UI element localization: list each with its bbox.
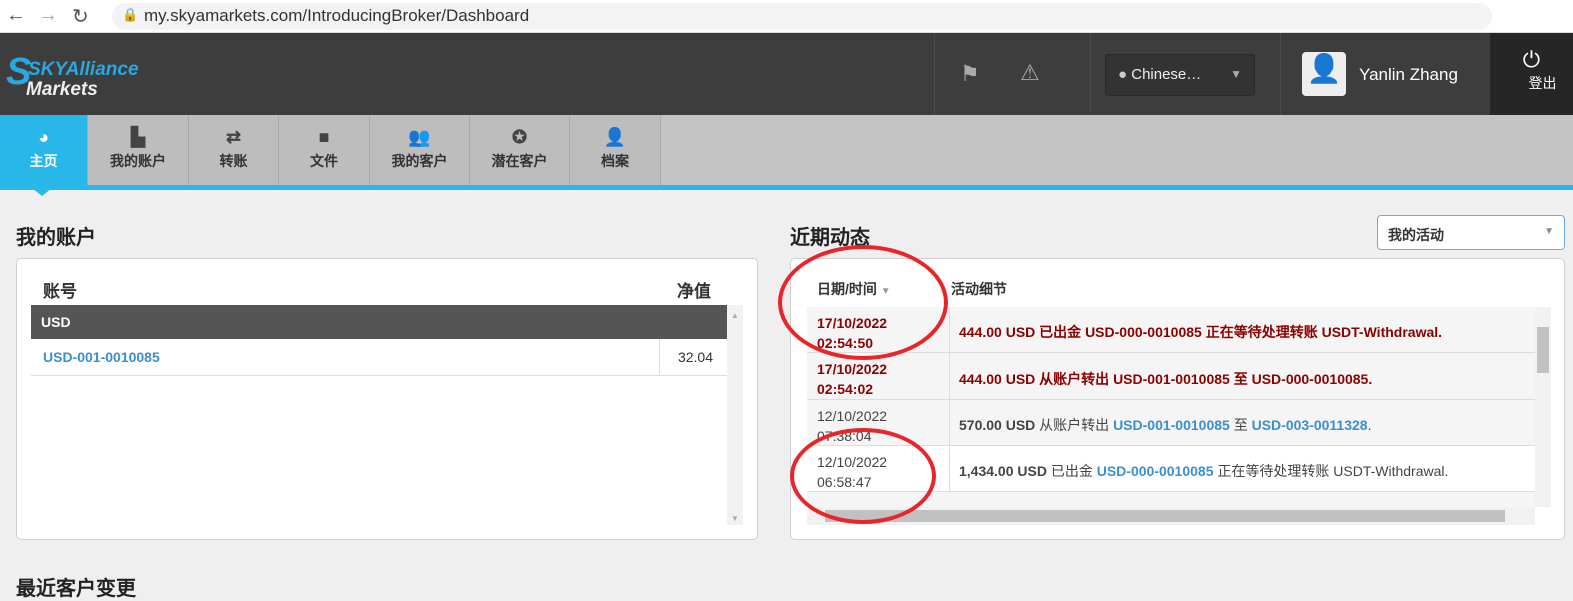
- group-row: USD: [31, 305, 727, 339]
- main-nav: ◕ 主页 ▙ 我的账户 ⇄ 转账 ■ 文件 👥 我的客户 ✪ 潜在客户 👤 档案: [0, 115, 1573, 185]
- warning-icon[interactable]: ⚠: [1020, 60, 1040, 86]
- row-detail: 444.00 USD 已出金 USD-000-0010085 正在等待处理转账 …: [959, 324, 1443, 340]
- activity-scrollbar-horizontal[interactable]: [807, 507, 1535, 525]
- reload-icon[interactable]: ↻: [72, 4, 89, 29]
- accounts-title: 我的账户: [16, 227, 96, 249]
- annotation-circle: [778, 245, 948, 360]
- active-tab-pointer: [32, 188, 52, 196]
- tab-transfer[interactable]: ⇄ 转账: [189, 115, 279, 185]
- back-icon[interactable]: ←: [6, 4, 26, 27]
- account-link[interactable]: USD-003-0011328: [1252, 417, 1368, 433]
- group-label: USD: [41, 314, 71, 330]
- account-equity: 32.04: [677, 349, 713, 365]
- forward-icon[interactable]: →: [38, 4, 58, 27]
- tab-profile[interactable]: 👤 档案: [570, 115, 661, 185]
- accounts-scrollbar[interactable]: ▲ ▼: [727, 305, 743, 525]
- logout-label: 登出: [1528, 75, 1557, 91]
- bar-chart-icon: ▙: [131, 127, 145, 147]
- logo-text: SKYAlliance: [28, 59, 139, 80]
- power-icon: ⏻: [1522, 47, 1541, 72]
- flag-icon[interactable]: ⚑: [960, 61, 980, 87]
- recent-changes-title: 最近客户变更: [16, 578, 136, 600]
- browser-toolbar: ← → ↻ 🔒 my.skyamarkets.com/IntroducingBro…: [0, 0, 1573, 33]
- row-detail: 1,434.00 USD 已出金 USD-000-0010085 正在等待处理转…: [959, 463, 1449, 479]
- tab-files[interactable]: ■ 文件: [279, 115, 370, 185]
- file-icon: ■: [318, 127, 330, 147]
- col-detail-header: 活动细节: [951, 281, 1007, 297]
- tab-home[interactable]: ◕ 主页: [0, 115, 88, 185]
- language-label: Chinese…: [1131, 66, 1202, 83]
- lock-icon: 🔒: [122, 7, 139, 22]
- activity-scrollbar-vertical[interactable]: [1535, 307, 1551, 507]
- row-date: 12/10/2022: [817, 408, 888, 424]
- account-link[interactable]: USD-001-0010085: [1113, 417, 1230, 433]
- tab-my-accounts[interactable]: ▙ 我的账户: [88, 115, 189, 185]
- tab-label: 我的账户: [110, 153, 166, 169]
- users-icon: 👥: [408, 127, 431, 147]
- user-name[interactable]: Yanlin Zhang: [1359, 65, 1458, 85]
- avatar[interactable]: 👤: [1302, 52, 1346, 96]
- col-account-header: 账号: [43, 282, 77, 301]
- row-detail: 570.00 USD 从账户转出 USD-001-0010085 至 USD-0…: [959, 417, 1372, 433]
- tab-label: 主页: [29, 153, 58, 169]
- globe-icon: ●: [1118, 66, 1128, 83]
- nav-underline: [0, 185, 1573, 190]
- tab-leads[interactable]: ✪ 潜在客户: [470, 115, 570, 185]
- chevron-down-icon: ▼: [1544, 226, 1554, 237]
- tab-label: 文件: [310, 153, 338, 169]
- language-select[interactable]: ● Chinese… ▼: [1105, 54, 1255, 96]
- address-bar[interactable]: 🔒 my.skyamarkets.com/IntroducingBroker/Da…: [112, 3, 1492, 30]
- tab-label: 我的客户: [391, 153, 448, 169]
- accounts-panel: 账号 净值 USD USD-001-0010085 32.04 ▲ ▼: [16, 258, 758, 540]
- account-link[interactable]: USD-001-0010085: [43, 349, 160, 365]
- tab-label: 档案: [601, 153, 629, 169]
- table-row: 12/10/2022 07:38:04 570.00 USD 从账户转出 USD-…: [807, 400, 1535, 446]
- logout-button[interactable]: ⏻ 登出: [1490, 33, 1573, 115]
- annotation-circle: [790, 428, 936, 524]
- col-equity-header: 净值: [677, 282, 711, 301]
- filter-label: 我的活动: [1388, 227, 1444, 243]
- tab-my-clients[interactable]: 👥 我的客户: [370, 115, 470, 185]
- url-text: my.skyamarkets.com/IntroducingBroker/Das…: [144, 6, 530, 25]
- row-detail: 444.00 USD 从账户转出 USD-001-0010085 至 USD-0…: [959, 371, 1373, 387]
- row-date: 17/10/2022: [817, 361, 888, 377]
- logo-subtext: Markets: [26, 79, 98, 100]
- tab-label: 转账: [219, 153, 248, 169]
- table-row: USD-001-0010085 32.04: [31, 339, 727, 376]
- row-time: 02:54:02: [817, 381, 874, 397]
- dashboard-icon: ◕: [38, 127, 49, 147]
- tab-label: 潜在客户: [491, 153, 548, 169]
- account-link[interactable]: USD-000-0010085: [1097, 463, 1214, 479]
- star-icon: ✪: [511, 127, 528, 147]
- profile-info-icon: 👤: [603, 127, 627, 147]
- chevron-down-icon: ▼: [1230, 67, 1242, 81]
- app-header: S SKYAlliance Markets ⚑ ⚠ ● Chinese… ▼ 👤…: [0, 33, 1573, 115]
- transfer-icon: ⇄: [225, 127, 242, 147]
- table-row: 17/10/2022 02:54:02 444.00 USD 从账户转出 USD-…: [807, 353, 1535, 400]
- activity-filter-select[interactable]: 我的活动 ▼: [1377, 215, 1565, 250]
